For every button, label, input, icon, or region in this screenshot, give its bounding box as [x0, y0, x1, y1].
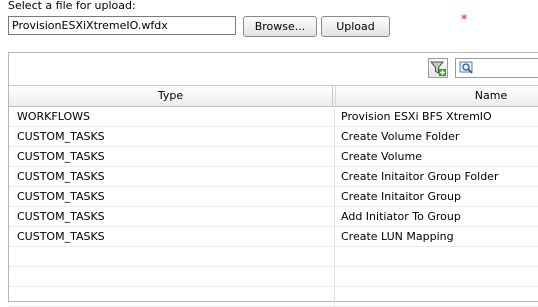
table-row[interactable]: [9, 267, 538, 287]
upload-label: Select a file for upload:: [8, 0, 136, 12]
grid-toolbar: [9, 53, 538, 86]
table-row[interactable]: CUSTOM_TASKS Create Initaitor Group: [9, 187, 538, 207]
cell-type: CUSTOM_TASKS: [17, 150, 105, 163]
cell-name: Add Initiator To Group: [341, 210, 461, 223]
filter-add-button[interactable]: [428, 58, 448, 78]
cell-type: CUSTOM_TASKS: [17, 230, 105, 243]
cell-name: Create LUN Mapping: [341, 230, 454, 243]
required-indicator: *: [461, 12, 468, 26]
cell-type: WORKFLOWS: [17, 110, 90, 123]
cell-name: Create Volume: [341, 150, 422, 163]
table-row[interactable]: CUSTOM_TASKS Create Volume Folder: [9, 127, 538, 147]
column-header-type[interactable]: Type: [9, 86, 333, 106]
table-row[interactable]: WORKFLOWS Provision ESXi BFS XtremIO: [9, 107, 538, 127]
table-row[interactable]: CUSTOM_TASKS Add Initiator To Group: [9, 207, 538, 227]
cell-name: Create Initaitor Group Folder: [341, 170, 499, 183]
search-icon: [459, 61, 473, 74]
cell-name: Create Volume Folder: [341, 130, 460, 143]
upload-button[interactable]: Upload: [321, 16, 390, 37]
cell-type: CUSTOM_TASKS: [17, 210, 105, 223]
cell-type: CUSTOM_TASKS: [17, 190, 105, 203]
browse-button[interactable]: Browse...: [243, 16, 317, 37]
cell-type: CUSTOM_TASKS: [17, 130, 105, 143]
column-header-name[interactable]: Name: [335, 86, 538, 106]
cell-name: Provision ESXi BFS XtremIO: [341, 110, 492, 123]
table-row[interactable]: CUSTOM_TASKS Create Volume: [9, 147, 538, 167]
cell-type: CUSTOM_TASKS: [17, 170, 105, 183]
grid-rows: WORKFLOWS Provision ESXi BFS XtremIO CUST…: [9, 107, 538, 307]
table-row[interactable]: [9, 287, 538, 307]
cell-name: Create Initaitor Group: [341, 190, 461, 203]
table-row[interactable]: CUSTOM_TASKS Create LUN Mapping: [9, 227, 538, 247]
grid-header: Type Name: [9, 86, 538, 107]
search-input[interactable]: [455, 58, 538, 78]
filter-add-icon: [429, 61, 446, 76]
file-path-input[interactable]: [8, 16, 236, 35]
table-row[interactable]: CUSTOM_TASKS Create Initaitor Group Folde…: [9, 167, 538, 187]
content-grid-panel: Type Name WORKFLOWS Provision ESXi BFS Xt…: [8, 52, 538, 307]
table-row[interactable]: [9, 247, 538, 267]
